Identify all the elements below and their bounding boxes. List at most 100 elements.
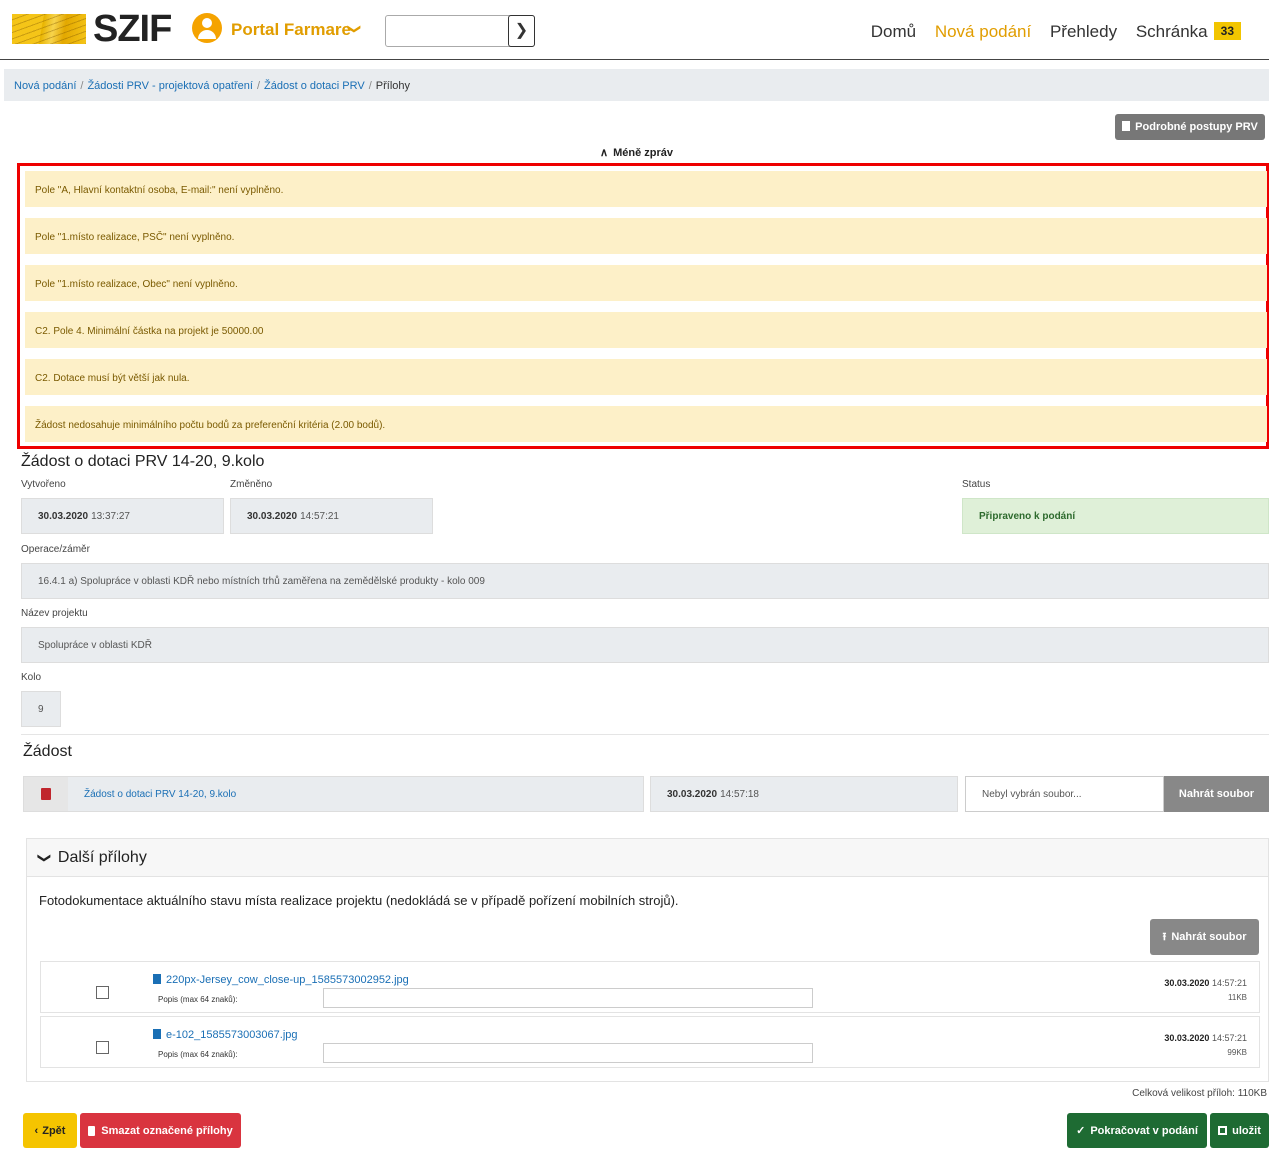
created-field: 30.03.2020 13:37:27 [21,498,224,534]
alert-message: Pole "A, Hlavní kontaktní osoba, E-mail:… [25,171,1267,207]
request-file-time: 14:57:18 [720,788,759,800]
description-label: Popis (max 64 znaků): [158,995,238,1004]
attachment-file-link[interactable]: 220px-Jersey_cow_close-up_1585573002952.… [153,974,409,986]
attachments-description: Fotodokumentace aktuálního stavu místa r… [39,893,679,908]
portal-title[interactable]: Portal Farmare [231,20,351,40]
alert-message: C2. Pole 4. Minimální částka na projekt … [25,312,1267,348]
attachment-date-value: 30.03.2020 [1164,1033,1210,1043]
breadcrumb-prv-project[interactable]: Žádosti PRV - projektová opatření [87,80,253,92]
user-icon[interactable] [192,13,222,43]
request-file-link[interactable]: Žádost o dotaci PRV 14-20, 9.kolo [84,789,236,800]
attachment-size: 11KB [1228,993,1247,1002]
changed-date: 30.03.2020 [247,510,298,522]
attachment-row: 220px-Jersey_cow_close-up_1585573002952.… [40,961,1260,1013]
total-size-text: Celková velikost příloh: 110KB [1132,1088,1267,1099]
attachment-file-name: e-102_1585573003067.jpg [166,1029,298,1041]
attachments-heading: Další přílohy [57,849,147,866]
document-icon [1122,121,1131,131]
operation-field: 16.4.1 a) Spolupráce v oblasti KDŘ nebo … [21,563,1269,599]
check-icon: ✓ [1076,1125,1086,1137]
upload-attachment-label: Nahrát soubor [1171,931,1247,943]
request-file-date-field: 30.03.2020 14:57:18 [650,776,958,812]
attachment-date: 30.03.2020 14:57:21 [1164,1033,1247,1043]
attachment-checkbox[interactable] [96,986,109,999]
nav-inbox[interactable]: Schránka [1136,22,1208,41]
attachment-file-name: 220px-Jersey_cow_close-up_1585573002952.… [166,974,409,986]
chevron-up-icon: ∧ [600,147,609,159]
created-label: Vytvořeno [21,479,66,490]
pdf-file-icon [24,777,68,811]
attachment-date: 30.03.2020 14:57:21 [1164,978,1247,988]
attachment-time-value: 14:57:21 [1211,978,1247,988]
breadcrumb-prv-application[interactable]: Žádost o dotaci PRV [264,80,365,92]
alert-message: C2. Dotace musí být větší jak nula. [25,359,1267,395]
alert-message: Žádost nedosahuje minimálního počtu bodů… [25,406,1267,442]
nav-overviews[interactable]: Přehledy [1050,22,1117,41]
attachment-time-value: 14:57:21 [1211,1033,1247,1043]
file-chooser-field[interactable]: Nebyl vybrán soubor... [965,776,1164,812]
detailed-procedures-label: Podrobné postupy PRV [1135,121,1258,133]
request-heading: Žádost [23,743,72,760]
description-input[interactable] [323,1043,813,1063]
request-file-field: Žádost o dotaci PRV 14-20, 9.kolo [23,776,644,812]
attachments-panel-header[interactable]: ❯ Další přílohy [27,839,1268,877]
breadcrumb-new-submissions[interactable]: Nová podání [14,80,76,92]
status-badge: Připraveno k podání [962,498,1269,534]
back-label: Zpět [42,1124,66,1137]
search-submit-button[interactable]: ❯ [508,15,535,47]
save-button[interactable]: uložit [1210,1113,1269,1148]
round-label: Kolo [21,672,42,683]
nav-home[interactable]: Domů [871,22,916,41]
description-input[interactable] [323,988,813,1008]
breadcrumb: Nová podání / Žádosti PRV - projektová opa… [4,69,1269,101]
chevron-left-icon: ‹ [34,1124,39,1137]
chevron-down-icon[interactable]: ❯ [346,24,362,35]
description-label: Popis (max 64 znaků): [158,1050,238,1059]
file-icon [153,974,161,984]
back-button[interactable]: ‹ Zpět [23,1113,77,1148]
project-name-label: Název projektu [21,608,88,619]
main-nav: Domů Nová podání Přehledy Schránka 33 [857,22,1241,42]
attachment-date-value: 30.03.2020 [1164,978,1210,988]
operation-label: Operace/záměr [21,544,90,555]
file-icon [153,1029,161,1039]
request-file-date: 30.03.2020 [667,788,718,800]
save-icon [1218,1126,1228,1135]
less-messages-toggle[interactable]: ∧ Méně zpráv [600,146,673,159]
created-time: 13:37:27 [91,510,130,522]
save-label: uložit [1232,1124,1261,1137]
continue-label: Pokračovat v podání [1090,1124,1198,1137]
upload-attachment-button[interactable]: ⭱ Nahrát soubor [1150,919,1259,955]
top-header: SZIF Portal Farmare ❯ ❯ Domů Nová podání… [0,0,1269,60]
search-input[interactable] [390,19,508,43]
attachment-row: e-102_1585573003067.jpg Popis (max 64 zn… [40,1016,1260,1068]
nav-new-submissions[interactable]: Nová podání [935,22,1031,41]
delete-selected-button[interactable]: Smazat označené přílohy [80,1113,241,1148]
attachment-checkbox[interactable] [96,1041,109,1054]
detailed-procedures-button[interactable]: Podrobné postupy PRV [1115,114,1265,140]
round-field: 9 [21,691,61,727]
application-title: Žádost o dotaci PRV 14-20, 9.kolo [21,453,265,470]
inbox-count-badge[interactable]: 33 [1213,22,1241,40]
attachment-file-link[interactable]: e-102_1585573003067.jpg [153,1029,298,1041]
project-name-field: Spolupráce v oblasti KDŘ [21,627,1269,663]
attachments-panel: ❯ Další přílohy Fotodokumentace aktuálníh… [26,838,1269,1082]
created-date: 30.03.2020 [38,510,89,522]
changed-time: 14:57:21 [300,510,339,522]
alert-message: Pole "1.místo realizace, Obec" není vypl… [25,265,1267,301]
chevron-down-icon: ❯ [37,852,53,864]
breadcrumb-current: Přílohy [375,80,411,92]
szif-logo-image[interactable] [12,14,86,44]
delete-selected-label: Smazat označené přílohy [101,1124,233,1137]
section-divider [21,734,1269,735]
status-label: Status [962,479,991,490]
alert-messages-box: Pole "A, Hlavní kontaktní osoba, E-mail:… [17,163,1269,449]
alert-message: Pole "1.místo realizace, PSČ" není vypln… [25,218,1267,254]
szif-logo-text[interactable]: SZIF [93,8,172,51]
trash-icon [88,1125,96,1136]
upload-file-button[interactable]: Nahrát soubor [1164,776,1269,812]
continue-submission-button[interactable]: ✓ Pokračovat v podání [1067,1113,1207,1148]
upload-icon: ⭱ [1162,930,1167,943]
attachment-size: 99KB [1227,1048,1247,1057]
changed-label: Změněno [230,479,273,490]
